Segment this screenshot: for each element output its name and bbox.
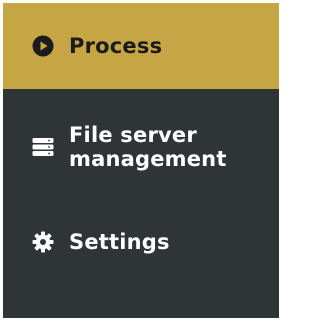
- sidebar-item-process[interactable]: Process: [3, 3, 279, 89]
- server-icon: [32, 136, 54, 158]
- gear-icon: [32, 231, 54, 253]
- sidebar-item-label: File server management: [69, 123, 227, 171]
- sidebar-item-label: Process: [69, 34, 163, 58]
- sidebar-item-label-line2: management: [69, 147, 227, 171]
- sidebar-item-label-line1: File server: [69, 123, 197, 147]
- sidebar-item-settings[interactable]: Settings: [3, 223, 279, 261]
- sidebar-nav: Process File server management Settings: [3, 3, 279, 318]
- play-circle-icon: [32, 35, 54, 57]
- sidebar-item-file-server-management[interactable]: File server management: [3, 116, 279, 178]
- window-frame: Process File server management Settings: [0, 0, 284, 321]
- sidebar-item-label: Settings: [69, 230, 170, 254]
